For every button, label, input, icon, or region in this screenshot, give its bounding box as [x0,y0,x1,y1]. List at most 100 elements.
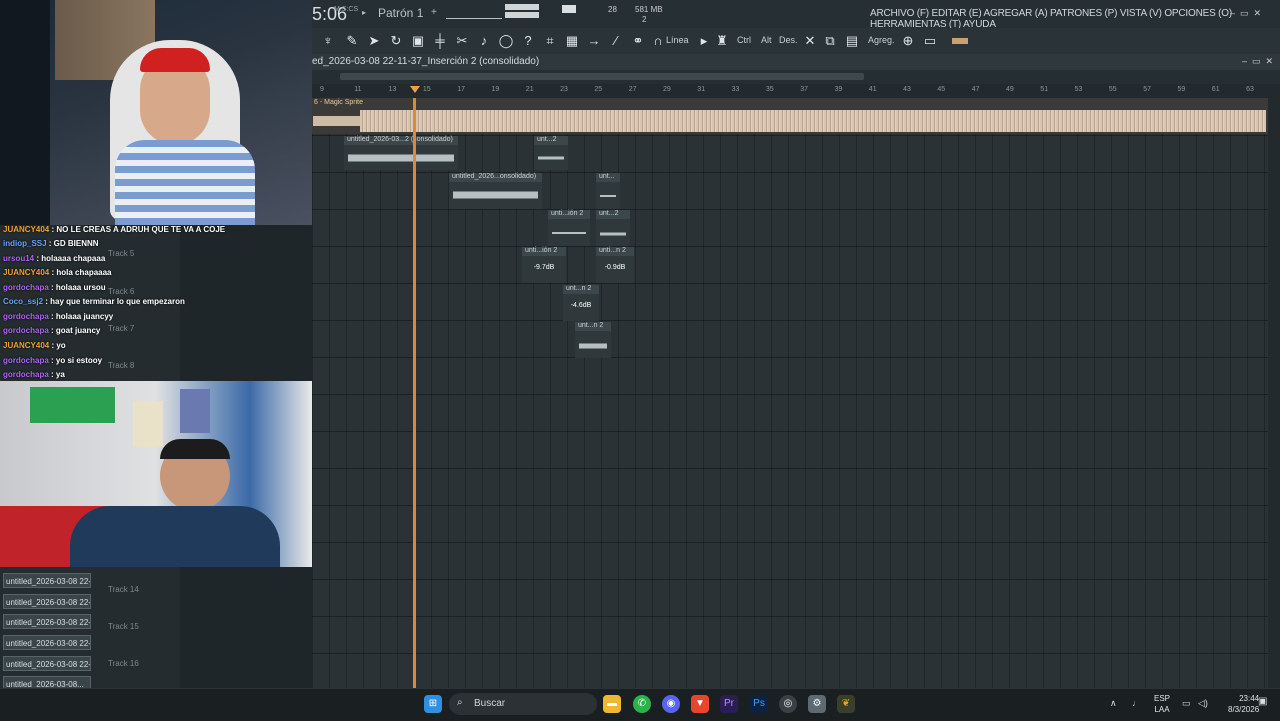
snap-dropdown-icon[interactable]: ▸ [696,33,712,49]
playhead-marker[interactable] [410,86,420,93]
audio-clip[interactable]: unti...ión 2 -9.7dB [522,247,566,283]
paint-tool-icon[interactable]: ➤ [366,33,382,49]
chat-message: JUANCY404 : yo [3,341,66,350]
audio-clip[interactable]: unt...n 2 [575,322,611,358]
alt-button[interactable]: Alt [761,35,772,45]
audio-clip[interactable]: unt...2 [534,136,568,170]
discord-icon[interactable]: ◉ [662,695,680,713]
file-button[interactable]: untitled_2026-03-08 22-... [3,594,91,609]
ruler-tick: 21 [525,86,534,93]
tool-slider[interactable] [952,38,968,44]
taskbar-search[interactable] [449,693,597,715]
ruler-tick: 19 [491,86,500,93]
chat-username: ursou14 [3,254,35,263]
chat-message: gordochapa : holaaa ursou [3,283,106,292]
start-button[interactable]: ⊞ [424,695,442,713]
pattern-play-icon[interactable]: ▸ [362,8,366,17]
file-button[interactable]: untitled_2026-03-08 22-... [3,614,91,629]
file-button[interactable]: untitled_2026-03-08 22-... [3,656,91,671]
ruler-tick: 31 [697,86,706,93]
pattern-selector[interactable]: Patrón 1 [378,6,423,20]
help-icon[interactable]: ? [520,33,536,49]
link-icon[interactable]: ⚭ [630,33,646,49]
track-label[interactable]: Track 14 [108,585,139,594]
tray-chevron-icon[interactable]: ∧ [1110,698,1117,709]
whatsapp-icon[interactable]: ✆ [633,695,651,713]
file-button[interactable]: untitled_2026-03-08 22-... [3,573,91,588]
taskbar-clock[interactable]: 23:44 8/3/2026 [1228,693,1259,715]
chat-username: gordochapa [3,356,49,365]
arrow-icon[interactable]: → [586,33,602,49]
audio-clip[interactable]: untitled_2026...onsolidado) [449,173,542,209]
ctrl-button[interactable]: Ctrl [737,35,751,45]
audio-clip[interactable]: unt...2 [596,210,630,246]
magnet-icon[interactable]: ∩ [650,33,666,49]
track-label[interactable]: Track 16 [108,659,139,668]
audio-clip[interactable]: unt... [596,173,620,209]
ruler-tick: 9 [320,86,324,93]
playlist-window-controls[interactable]: – ▭ ✕ [1242,56,1273,67]
obs-icon[interactable]: ◎ [779,695,797,713]
brave-icon[interactable]: ▼ [691,695,709,713]
hint-icon[interactable]: ♆ [320,33,336,49]
copy-icon[interactable]: ⧉ [822,33,838,49]
window-controls[interactable]: – ▭ ✕ [1230,8,1261,19]
network-icon[interactable]: ▭ [1182,698,1191,709]
cut-icon[interactable]: ✂ [454,33,470,49]
file-button[interactable]: untitled_2026-03-08 22-... [3,635,91,650]
master-pitch-slider[interactable] [505,12,539,18]
mic-tray-icon[interactable]: ♩ [1132,698,1141,708]
premiere-icon[interactable]: Pr [720,695,738,713]
loop-icon[interactable]: ↻ [388,33,404,49]
scrollbar-thumb[interactable] [340,73,864,80]
chat-username: gordochapa [3,326,49,335]
track-label[interactable]: Track 5 [108,249,134,258]
save-icon[interactable]: ▣ [410,33,426,49]
audio-clip[interactable]: unti...n 2 -0.9dB [596,247,634,283]
snap-icon[interactable]: ⌗ [542,33,558,49]
photoshop-icon[interactable]: Ps [750,695,768,713]
ruler-tick: 57 [1143,86,1151,93]
file-explorer-icon[interactable]: ▬ [603,695,621,713]
playhead-line[interactable] [413,98,416,688]
deselect-button[interactable]: Des. [779,35,798,45]
stamp-icon[interactable]: ♜ [714,33,730,49]
audio-clip[interactable]: untitled_2026-03...2 (consolidado) [344,136,458,170]
wanted-poster [133,401,163,447]
audio-clip[interactable]: unt...n 2 -4.6dB [563,285,599,321]
chat-icon[interactable]: ◯ [498,33,514,49]
fl-studio-icon[interactable]: ❦ [837,695,855,713]
settings-icon[interactable]: ⚙ [808,695,826,713]
clip-gain: -4.6dB [570,302,592,309]
delete-icon[interactable]: ✕ [802,33,818,49]
track-label[interactable]: Track 6 [108,287,134,296]
add-pattern-icon[interactable]: + [431,7,437,18]
mic-icon[interactable]: ♪ [476,33,492,49]
notification-icon[interactable]: ▣ [1258,696,1267,707]
mixer-icon[interactable]: ╪ [432,33,448,49]
song-time-display[interactable]: 5:06 M:S:CS [312,4,358,25]
chat-message: ursou14 : holaaaa chapaaa [3,254,105,263]
paste-icon[interactable]: ▤ [844,33,860,49]
ruler-tick: 39 [834,86,843,93]
volume-icon[interactable]: ◁) [1198,698,1208,709]
waveform [538,155,564,161]
chat-message: gordochapa : holaaa juancyy [3,312,113,321]
track-label[interactable]: Track 7 [108,324,134,333]
track-label[interactable]: Track 8 [108,361,134,370]
timeline-ruler[interactable]: 9 11 13 15 17 19 21 23 25 27 29 31 33 35 37 39 41 43 45 47 4… [312,84,1280,98]
master-volume-slider[interactable] [505,4,539,10]
language-indicator[interactable]: ESP LAA [1154,693,1170,715]
basket-icon[interactable]: ▭ [922,33,938,49]
snap-mode-label[interactable]: Línea [666,35,689,45]
audio-clip[interactable]: unti...ión 2 [548,210,590,246]
vertical-scrollbar[interactable] [1268,98,1280,688]
add-button[interactable]: Agreg. [868,35,895,45]
marker-icon[interactable]: ⊕ [900,33,916,49]
draw-tool-icon[interactable]: ✎ [344,33,360,49]
piano-icon[interactable]: ▦ [564,33,580,49]
track-label[interactable]: Track 15 [108,622,139,631]
brush-icon[interactable]: ⁄ [608,33,624,49]
main-menu[interactable]: ARCHIVO (F) EDITAR (E) AGREGAR (A) PATRO… [870,8,1280,30]
chat-text: : yo [49,341,66,350]
